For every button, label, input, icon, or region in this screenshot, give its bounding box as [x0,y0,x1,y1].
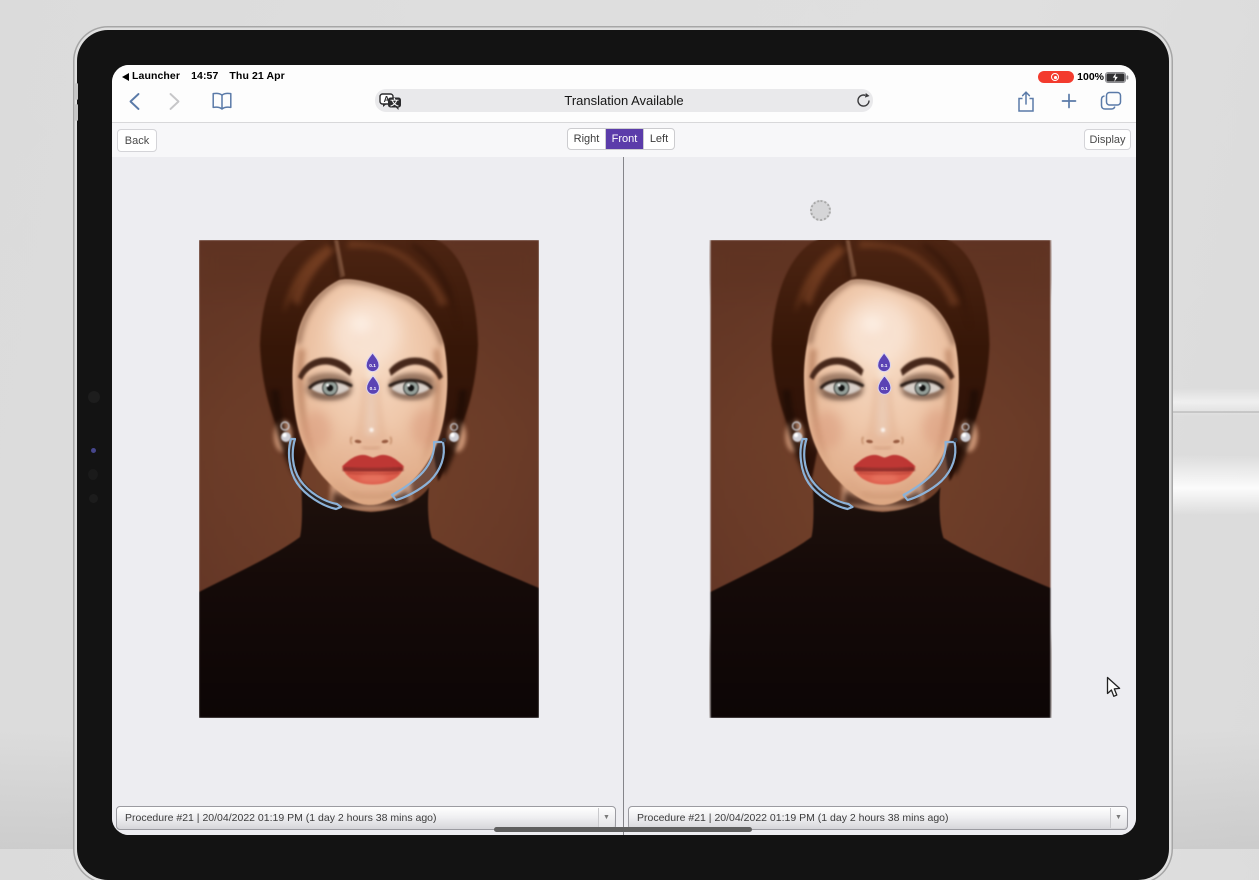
svg-text:文: 文 [390,97,399,107]
